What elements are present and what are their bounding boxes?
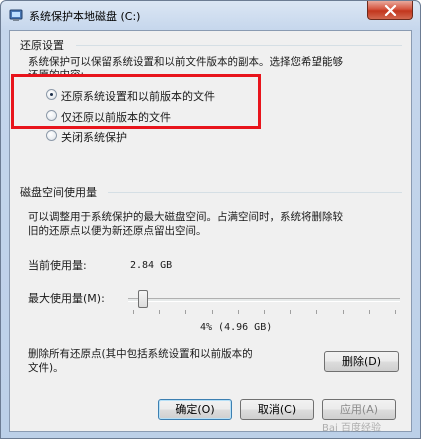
radio-button-circle[interactable] [46, 110, 57, 121]
disk-usage-description-line2: 旧的还原点以便为新还原点留出空间。 [28, 225, 207, 237]
dialog-window: 系统保护本地磁盘 (C:) 还原设置 系统保护可以保留系统设置和以前文件版本的副… [0, 0, 421, 439]
radio-label: 仅还原以前版本的文件 [61, 111, 171, 124]
disk-usage-divider [108, 192, 402, 193]
radio-selected-dot [50, 93, 53, 96]
max-usage-label: 最大使用量(M): [28, 292, 105, 305]
disk-usage-description-line1: 可以调整用于系统保护的最大磁盘空间。占满空间时，系统将删除较 [28, 211, 343, 223]
window-title: 系统保护本地磁盘 (C:) [29, 10, 141, 23]
system-protection-icon [9, 9, 23, 21]
slider-tick [316, 310, 318, 314]
slider-tick [342, 310, 344, 314]
delete-description-line1: 删除所有还原点(其中包括系统设置和以前版本的 [28, 348, 253, 360]
dialog-client-area: 还原设置 系统保护可以保留系统设置和以前文件版本的副本。选择您希望能够 还原的内… [9, 30, 412, 434]
apply-button[interactable]: 应用(A) [322, 399, 396, 420]
slider-tick [159, 310, 161, 314]
slider-tick [211, 310, 213, 314]
cancel-button[interactable]: 取消(C) [240, 399, 314, 420]
close-button[interactable] [367, 1, 413, 20]
radio-label: 关闭系统保护 [61, 131, 127, 144]
delete-button[interactable]: 删除(D) [324, 351, 399, 372]
slider-tick [368, 310, 370, 314]
current-usage-label: 当前使用量: [28, 259, 87, 272]
radio-label: 还原系统设置和以前版本的文件 [61, 90, 215, 103]
delete-description-line2: 文件)。 [28, 362, 64, 374]
radio-button-circle[interactable] [46, 130, 57, 141]
slider-tick [395, 310, 396, 314]
close-icon [384, 5, 397, 16]
title-bar[interactable]: 系统保护本地磁盘 (C:) [1, 1, 420, 29]
ok-button[interactable]: 确定(O) [158, 399, 232, 420]
slider-tick [185, 310, 187, 314]
slider-tick [237, 310, 239, 314]
max-usage-slider-thumb[interactable] [138, 290, 149, 308]
max-usage-value: 4% (4.96 GB) [200, 322, 273, 333]
current-usage-value: 2.84 GB [130, 260, 173, 271]
slider-tick [133, 310, 134, 314]
radio-button-circle[interactable] [46, 89, 57, 100]
max-usage-slider-track[interactable] [128, 298, 400, 302]
baidu-watermark: Bai 百度经验 [322, 423, 381, 434]
slider-tick [290, 310, 292, 314]
restore-description-line2: 还原的内容: [28, 69, 85, 75]
restore-settings-group-title: 还原设置 [20, 39, 64, 52]
slider-tick [264, 310, 265, 314]
restore-description-line1: 系统保护可以保留系统设置和以前文件版本的副本。选择您希望能够 [28, 56, 343, 68]
restore-settings-divider [76, 45, 402, 46]
disk-usage-group-title: 磁盘空间使用量 [20, 186, 97, 199]
